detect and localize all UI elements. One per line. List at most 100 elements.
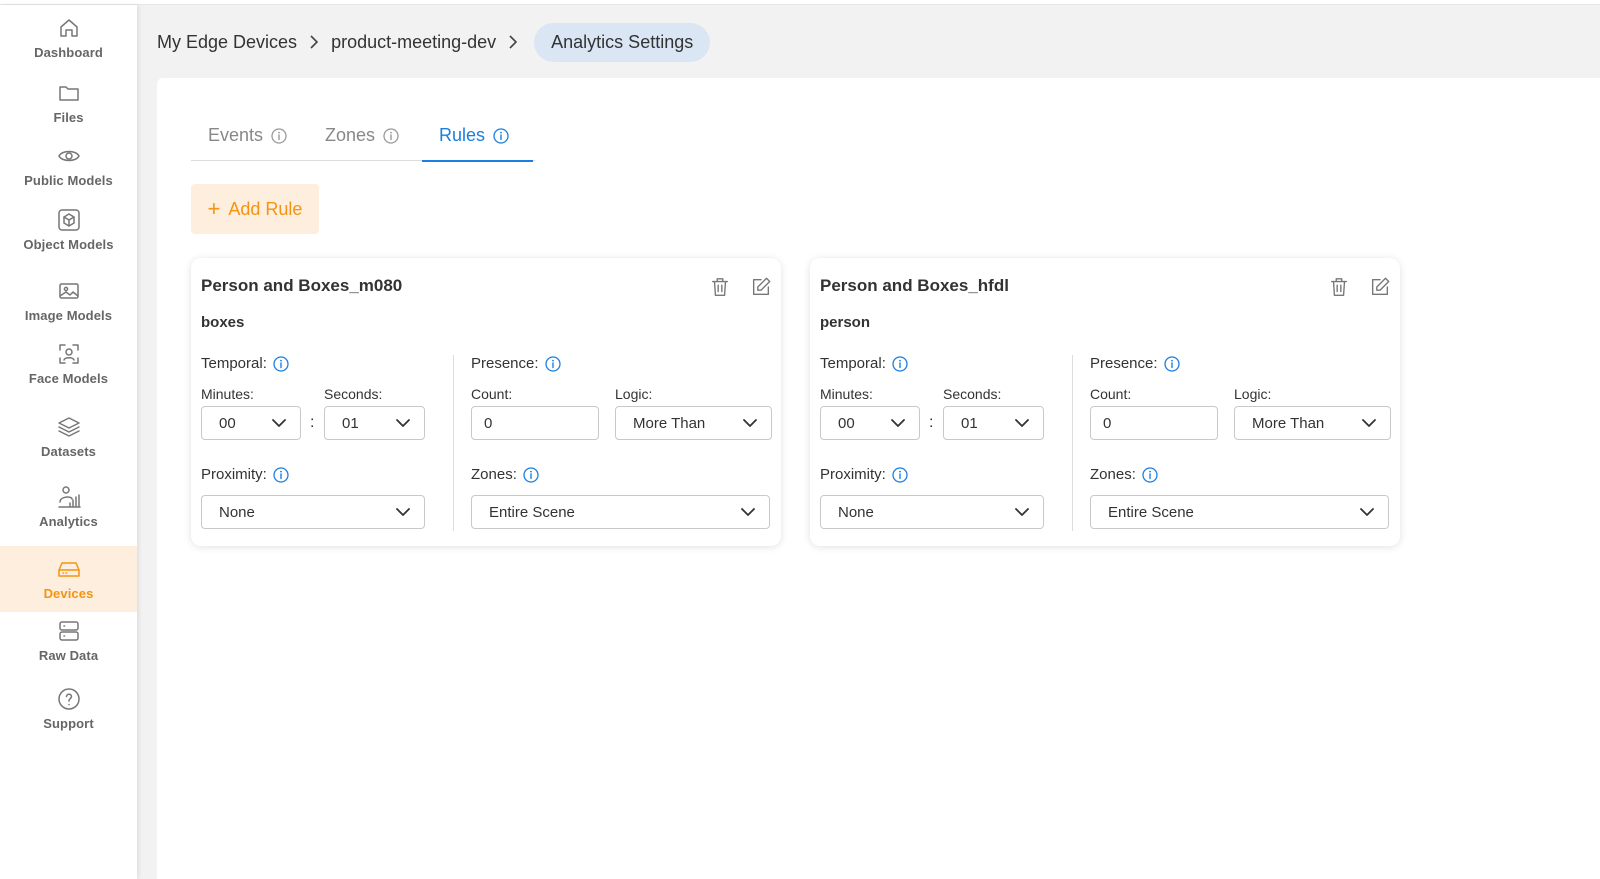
info-icon[interactable] bbox=[273, 466, 289, 483]
tab-zones[interactable]: Zones bbox=[308, 110, 422, 161]
sidebar-item-analytics[interactable]: Analytics bbox=[0, 485, 137, 543]
sidebar-item-dashboard[interactable]: Dashboard bbox=[0, 16, 137, 66]
breadcrumb-my-edge-devices[interactable]: My Edge Devices bbox=[157, 32, 297, 53]
sidebar-item-devices[interactable]: Devices bbox=[0, 546, 137, 612]
rule-title: Person and Boxes_m080 bbox=[201, 276, 403, 295]
sidebar-item-label: Object Models bbox=[23, 237, 114, 252]
minutes-label: Minutes: bbox=[820, 386, 873, 402]
proximity-label-text: Proximity: bbox=[201, 466, 267, 483]
chevron-right-icon bbox=[508, 34, 518, 50]
sidebar-item-datasets[interactable]: Datasets bbox=[0, 415, 137, 470]
minutes-select[interactable]: 00 bbox=[820, 406, 920, 440]
tab-events[interactable]: Events bbox=[191, 110, 308, 161]
count-input[interactable]: 0 bbox=[1090, 406, 1218, 440]
logic-label: Logic: bbox=[1234, 386, 1272, 402]
info-icon[interactable] bbox=[892, 466, 908, 483]
edit-icon bbox=[750, 277, 772, 302]
help-icon bbox=[57, 687, 81, 711]
sidebar-item-label: Raw Data bbox=[38, 648, 99, 663]
seconds-select[interactable]: 01 bbox=[943, 406, 1044, 440]
count-label: Count: bbox=[471, 386, 513, 402]
info-icon[interactable] bbox=[1142, 466, 1158, 483]
image-icon bbox=[57, 279, 81, 303]
sidebar-item-object-models[interactable]: Object Models bbox=[0, 208, 137, 264]
count-input[interactable]: 0 bbox=[471, 406, 599, 440]
sidebar-item-face-models[interactable]: Face Models bbox=[0, 342, 137, 400]
sidebar-item-label: Face Models bbox=[28, 371, 109, 386]
logic-select[interactable]: More Than bbox=[615, 406, 772, 440]
temporal-label-text: Temporal: bbox=[820, 355, 886, 372]
layers-icon bbox=[57, 415, 81, 439]
sidebar-item-label: Files bbox=[53, 110, 84, 125]
breadcrumb-current-page: Analytics Settings bbox=[534, 22, 711, 62]
sidebar-item-raw-data[interactable]: Raw Data bbox=[0, 619, 137, 671]
tab-rules[interactable]: Rules bbox=[422, 110, 533, 162]
sidebar-item-label: Support bbox=[43, 716, 94, 731]
trash-icon bbox=[1328, 278, 1350, 302]
proximity-label: Proximity: bbox=[820, 466, 908, 483]
sidebar-item-label: Public Models bbox=[24, 173, 113, 188]
delete-rule-button[interactable] bbox=[709, 276, 731, 300]
proximity-label: Proximity: bbox=[201, 466, 289, 483]
zones-label-text: Zones: bbox=[1090, 466, 1136, 483]
presence-label-text: Presence: bbox=[1090, 355, 1158, 372]
zones-select[interactable]: Entire Scene bbox=[1090, 495, 1389, 529]
plus-icon: + bbox=[207, 196, 221, 221]
breadcrumb-device[interactable]: product-meeting-dev bbox=[331, 32, 496, 53]
minutes-select[interactable]: 00 bbox=[201, 406, 301, 440]
temporal-label: Temporal: bbox=[820, 355, 908, 372]
main-panel: Events Zones Rules + Add Rule Person and… bbox=[157, 78, 1600, 879]
zones-select[interactable]: Entire Scene bbox=[471, 495, 770, 529]
seconds-value: 01 bbox=[342, 414, 359, 432]
edit-rule-button[interactable] bbox=[1369, 276, 1391, 300]
rule-card: Person and Boxes_m080 boxes Temporal: Mi… bbox=[191, 258, 781, 546]
delete-rule-button[interactable] bbox=[1328, 276, 1350, 300]
device-drive-icon bbox=[57, 557, 81, 581]
sidebar-item-label: Image Models bbox=[24, 308, 113, 323]
divider bbox=[1072, 355, 1073, 531]
tab-bar: Events Zones Rules bbox=[191, 110, 535, 162]
logic-select[interactable]: More Than bbox=[1234, 406, 1391, 440]
sidebar-item-image-models[interactable]: Image Models bbox=[0, 279, 137, 327]
home-icon bbox=[57, 16, 81, 40]
count-label: Count: bbox=[1090, 386, 1132, 402]
proximity-select[interactable]: None bbox=[820, 495, 1044, 529]
edit-icon bbox=[1369, 277, 1391, 302]
sidebar-item-support[interactable]: Support bbox=[0, 687, 137, 739]
sidebar-item-files[interactable]: Files bbox=[0, 81, 137, 131]
zones-label: Zones: bbox=[1090, 466, 1158, 483]
chevron-down-icon bbox=[1013, 414, 1031, 432]
chevron-right-icon bbox=[309, 34, 319, 50]
minutes-value: 00 bbox=[838, 414, 855, 432]
info-icon[interactable] bbox=[383, 127, 399, 144]
add-rule-button[interactable]: + Add Rule bbox=[191, 184, 319, 234]
zones-value: Entire Scene bbox=[1108, 503, 1194, 521]
info-icon[interactable] bbox=[1163, 355, 1180, 372]
sidebar-item-label: Devices bbox=[43, 586, 94, 601]
info-icon[interactable] bbox=[892, 355, 908, 372]
minutes-value: 00 bbox=[219, 414, 236, 432]
logic-value: More Than bbox=[633, 414, 706, 432]
info-icon[interactable] bbox=[271, 127, 287, 144]
info-icon[interactable] bbox=[544, 355, 561, 372]
server-icon bbox=[57, 619, 81, 643]
presence-label: Presence: bbox=[471, 355, 561, 372]
temporal-label-text: Temporal: bbox=[201, 355, 267, 372]
info-icon[interactable] bbox=[523, 466, 539, 483]
info-icon[interactable] bbox=[493, 127, 509, 144]
presence-label: Presence: bbox=[1090, 355, 1180, 372]
zones-label: Zones: bbox=[471, 466, 539, 483]
proximity-select[interactable]: None bbox=[201, 495, 425, 529]
sidebar-item-public-models[interactable]: Public Models bbox=[0, 144, 137, 194]
info-icon[interactable] bbox=[273, 355, 289, 372]
seconds-select[interactable]: 01 bbox=[324, 406, 425, 440]
eye-icon bbox=[57, 144, 81, 168]
rule-object: person bbox=[820, 314, 871, 331]
folder-icon bbox=[57, 81, 81, 105]
add-rule-label: Add Rule bbox=[228, 198, 303, 219]
sidebar-item-label: Datasets bbox=[41, 444, 96, 459]
time-separator: : bbox=[929, 414, 934, 431]
temporal-label: Temporal: bbox=[201, 355, 289, 372]
proximity-label-text: Proximity: bbox=[820, 466, 886, 483]
edit-rule-button[interactable] bbox=[750, 276, 772, 300]
